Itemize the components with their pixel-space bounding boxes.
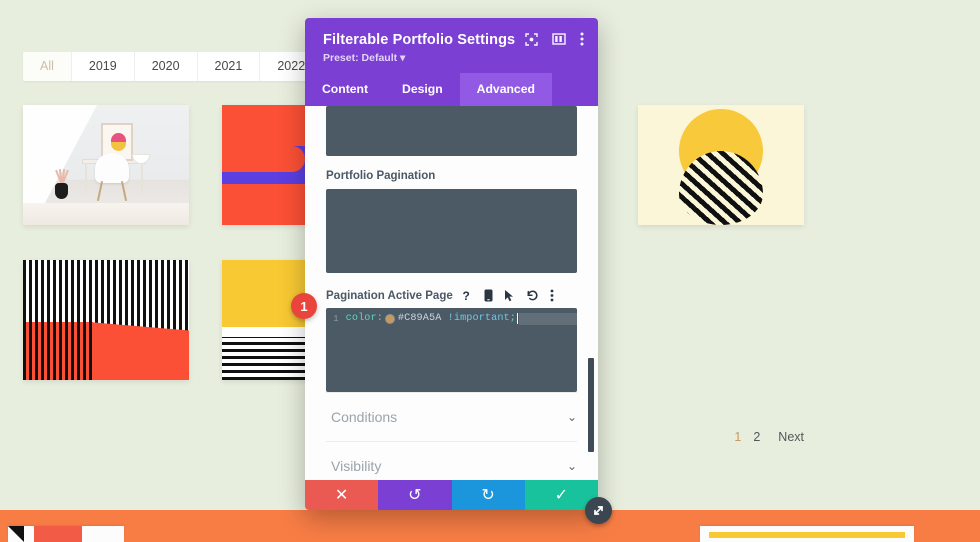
css-field-above[interactable] bbox=[326, 106, 577, 156]
css-semicolon: ; bbox=[510, 313, 516, 324]
filter-item-2019[interactable]: 2019 bbox=[72, 52, 135, 81]
accordion-visibility-label: Visibility bbox=[331, 458, 381, 474]
modal-footer: ✕ ↺ ↻ ✓ bbox=[305, 480, 598, 510]
footer-card-left[interactable] bbox=[8, 526, 124, 542]
footer-card-right[interactable] bbox=[700, 526, 914, 542]
css-property: color: bbox=[346, 313, 383, 324]
vase bbox=[55, 183, 68, 199]
modal-tabs: Content Design Advanced bbox=[305, 73, 598, 106]
filter-item-2021[interactable]: 2021 bbox=[198, 52, 261, 81]
cancel-button[interactable]: ✕ bbox=[305, 480, 378, 510]
block-red-bottom bbox=[222, 184, 305, 225]
filter-item-all[interactable]: All bbox=[23, 52, 72, 81]
artwork-shape-pink bbox=[111, 133, 126, 142]
modal-body[interactable]: Portfolio Pagination Pagination Active P… bbox=[305, 106, 598, 480]
modal-header-actions bbox=[525, 32, 584, 46]
field-action-icons: ? bbox=[462, 289, 554, 302]
resize-handle[interactable] bbox=[585, 497, 612, 524]
accordion-conditions[interactable]: Conditions ⌄ bbox=[326, 392, 577, 441]
modal-header: Filterable Portfolio Settings Preset: De… bbox=[305, 18, 598, 73]
block-red-top bbox=[222, 105, 305, 146]
pagination-active-page-row: Pagination Active Page ? bbox=[326, 289, 577, 302]
portfolio-filter-bar: All 2019 2020 2021 2022 bbox=[23, 52, 322, 81]
help-icon[interactable]: ? bbox=[462, 289, 473, 302]
cursor-icon[interactable] bbox=[504, 289, 515, 302]
tab-content[interactable]: Content bbox=[305, 73, 385, 106]
modal-scrollbar[interactable] bbox=[588, 106, 595, 480]
module-settings-modal: Filterable Portfolio Settings Preset: De… bbox=[305, 18, 598, 510]
filter-item-2020[interactable]: 2020 bbox=[135, 52, 198, 81]
mobile-icon[interactable] bbox=[484, 289, 493, 302]
tab-design[interactable]: Design bbox=[385, 73, 460, 106]
text-caret bbox=[517, 313, 518, 324]
card-red-square bbox=[34, 526, 82, 542]
accordion-visibility[interactable]: Visibility ⌄ bbox=[326, 441, 577, 480]
chair bbox=[95, 153, 129, 183]
interior-photo bbox=[23, 105, 189, 225]
pagination-next[interactable]: Next bbox=[772, 430, 804, 444]
color-swatch[interactable] bbox=[386, 315, 394, 323]
more-vertical-icon[interactable] bbox=[580, 32, 584, 46]
portfolio-thumbnail-stripes-red[interactable] bbox=[23, 260, 189, 380]
artwork-shape-yellow bbox=[111, 142, 126, 151]
portfolio-pagination-css-field[interactable] bbox=[326, 189, 577, 273]
chevron-down-icon: ⌄ bbox=[567, 460, 577, 472]
step-badge-1: 1 bbox=[291, 293, 317, 319]
focus-icon[interactable] bbox=[525, 33, 538, 46]
layout-split-icon[interactable] bbox=[552, 33, 566, 45]
pagination-active-page-label: Pagination Active Page bbox=[326, 290, 453, 302]
editor-line-number: 1 bbox=[326, 313, 346, 324]
pagination-page-2[interactable]: 2 bbox=[753, 430, 760, 444]
chevron-down-icon: ⌄ bbox=[567, 411, 577, 423]
portfolio-thumbnail-interior[interactable] bbox=[23, 105, 189, 225]
editor-code: color: #C89A5A !important; bbox=[346, 313, 577, 325]
tab-advanced[interactable]: Advanced bbox=[460, 73, 552, 106]
table-leg-right bbox=[141, 163, 143, 193]
card-dark-triangle bbox=[8, 526, 24, 542]
portfolio-thumbnail-sun-stripes[interactable] bbox=[638, 105, 804, 225]
portfolio-pagination: 1 2 Next bbox=[734, 430, 804, 444]
reset-icon[interactable] bbox=[526, 289, 539, 302]
accordion-conditions-label: Conditions bbox=[331, 409, 397, 425]
pagination-page-1[interactable]: 1 bbox=[734, 430, 741, 444]
card-yellow-bar bbox=[709, 532, 905, 538]
svg-text:?: ? bbox=[462, 289, 469, 302]
selection-highlight bbox=[519, 313, 577, 325]
scrollbar-thumb[interactable] bbox=[588, 358, 594, 452]
block-red-round bbox=[222, 146, 305, 172]
red-striped-block bbox=[23, 322, 93, 380]
undo-button[interactable]: ↺ bbox=[378, 480, 451, 510]
pagination-active-page-css-editor[interactable]: 1 color: #C89A5A !important; bbox=[326, 308, 577, 392]
editor-line-1: 1 color: #C89A5A !important; bbox=[326, 308, 577, 326]
floor bbox=[23, 203, 189, 225]
chair-leg-left bbox=[97, 181, 103, 201]
css-important: !important bbox=[448, 313, 510, 324]
css-color-value: #C89A5A bbox=[398, 313, 442, 324]
screen: All 2019 2020 2021 2022 bbox=[0, 0, 980, 542]
chair-leg-right bbox=[121, 181, 127, 201]
redo-button[interactable]: ↻ bbox=[452, 480, 525, 510]
preset-selector[interactable]: Preset: Default ▾ bbox=[323, 52, 582, 64]
more-vertical-icon[interactable] bbox=[550, 289, 554, 302]
table-leg-left bbox=[85, 163, 87, 193]
portfolio-pagination-label: Portfolio Pagination bbox=[326, 170, 577, 182]
